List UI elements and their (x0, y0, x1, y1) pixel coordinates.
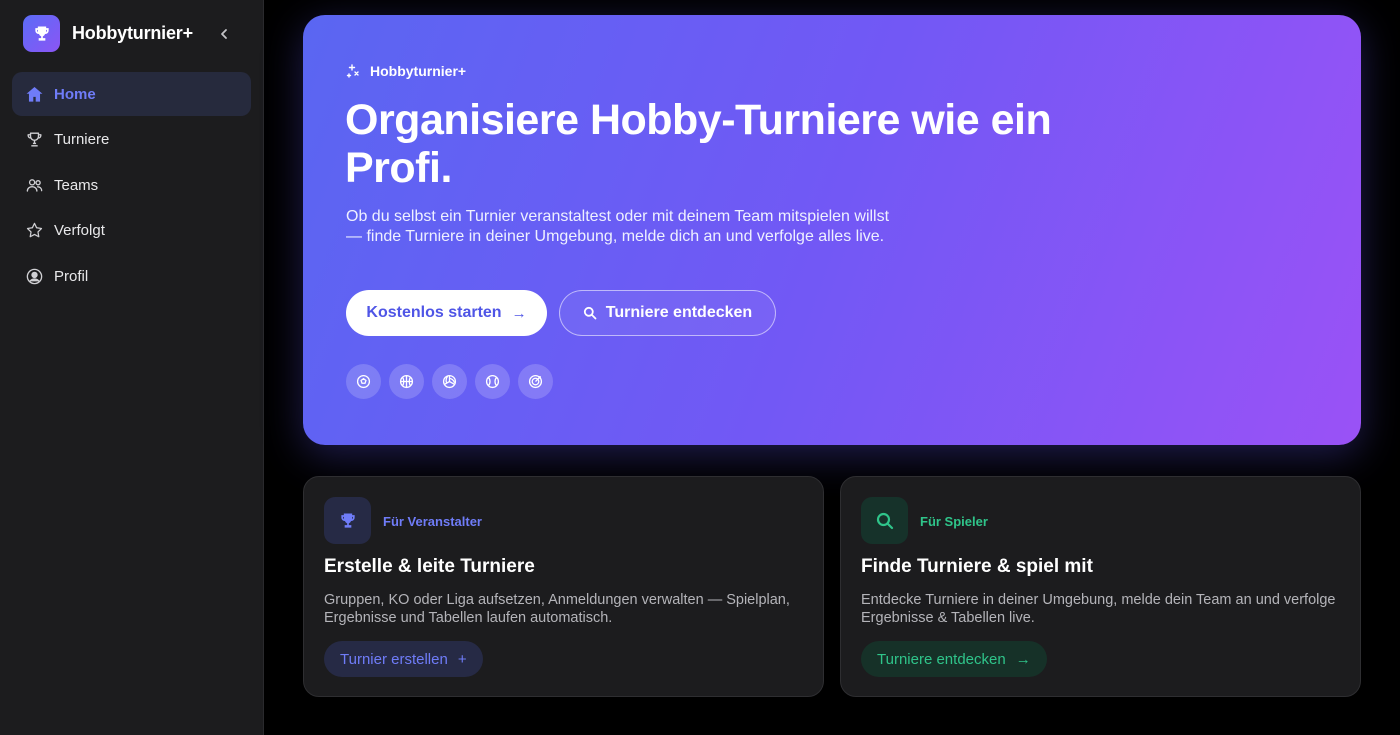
discover-tournaments-label: Turniere entdecken (605, 304, 753, 321)
chevron-left-icon (221, 29, 227, 39)
hero-title: Organisiere Hobby-Turniere wie ein Profi… (345, 96, 1052, 192)
target-icon (518, 364, 553, 399)
card-description: Gruppen, KO oder Liga aufsetzen, Anmeldu… (324, 592, 790, 626)
hero-tag-label: Hobbyturnier+ (370, 63, 467, 79)
card-title: Finde Turniere & spiel mit (861, 556, 1093, 577)
sidebar: Hobbyturnier+ Home Turniere Teams Verfol… (0, 0, 264, 735)
hero-tag: Hobbyturnier+ (346, 63, 466, 79)
sidebar-item-turniere[interactable]: Turniere (12, 118, 251, 162)
brand-name: Hobbyturnier+ (72, 23, 193, 43)
create-tournament-button[interactable]: Turnier erstellen + (324, 641, 483, 677)
sidebar-item-label: Teams (54, 176, 99, 194)
soccer-ball-icon (346, 364, 381, 399)
plus-icon: + (457, 650, 467, 668)
search-icon (583, 306, 597, 320)
trophy-logo-icon (23, 15, 60, 52)
sidebar-item-verfolgt[interactable]: Verfolgt (12, 209, 251, 253)
user-circle-icon (24, 266, 44, 286)
volleyball-icon (432, 364, 467, 399)
sidebar-item-label: Turniere (54, 131, 110, 148)
discover-tournaments-button[interactable]: Turniere entdecken (559, 290, 776, 336)
player-card: Für Spieler Finde Turniere & spiel mit E… (840, 476, 1361, 697)
sidebar-item-teams[interactable]: Teams (12, 163, 251, 207)
sidebar-item-label: Home (54, 85, 96, 103)
trophy-icon (324, 497, 371, 544)
basketball-icon (389, 364, 424, 399)
users-icon (24, 175, 44, 195)
hero-description: Ob du selbst ein Turnier veranstaltest o… (346, 208, 890, 245)
discover-tournaments-card-button[interactable]: Turniere entdecken → (861, 641, 1047, 677)
hero-banner: Hobbyturnier+ Organisiere Hobby-Turniere… (303, 15, 1361, 445)
arrow-right-icon: → (1015, 650, 1031, 668)
home-icon (24, 84, 44, 104)
create-tournament-label: Turnier erstellen (340, 650, 448, 668)
card-tag: Für Veranstalter (383, 514, 482, 529)
brand[interactable]: Hobbyturnier+ (23, 15, 193, 52)
card-tag: Für Spieler (920, 514, 988, 529)
start-free-label: Kostenlos starten (366, 304, 502, 321)
sidebar-item-profil[interactable]: Profil (12, 254, 251, 298)
arrow-right-icon: → (511, 304, 527, 322)
sidebar-item-label: Profil (54, 267, 89, 285)
star-icon (24, 221, 44, 241)
sidebar-nav: Home Turniere Teams Verfolgt Profil (12, 72, 251, 300)
organizer-card: Für Veranstalter Erstelle & leite Turnie… (303, 476, 824, 697)
sidebar-item-label: Verfolgt (54, 222, 105, 239)
card-title: Erstelle & leite Turniere (324, 556, 535, 577)
discover-tournaments-card-label: Turniere entdecken (877, 650, 1006, 668)
sparkles-icon (346, 64, 359, 78)
sport-icons (346, 364, 561, 399)
tennis-ball-icon (475, 364, 510, 399)
search-icon (861, 497, 908, 544)
sidebar-item-home[interactable]: Home (12, 72, 251, 116)
collapse-sidebar-button[interactable] (214, 24, 234, 44)
trophy-icon (24, 130, 44, 150)
start-free-button[interactable]: Kostenlos starten → (346, 290, 547, 336)
card-description: Entdecke Turniere in deiner Umgebung, me… (861, 592, 1336, 626)
